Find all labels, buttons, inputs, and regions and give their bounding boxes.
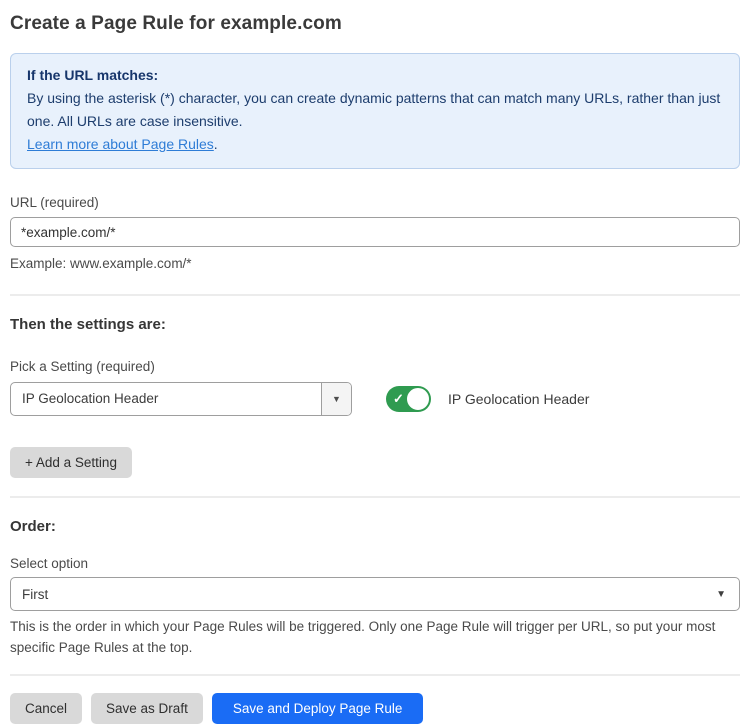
toggle-knob [406, 387, 430, 411]
order-select-value: First [11, 587, 716, 602]
info-box-heading: If the URL matches: [27, 64, 723, 87]
order-select[interactable]: First ▼ [10, 577, 740, 611]
url-input[interactable] [10, 217, 740, 247]
info-box-link-line: Learn more about Page Rules. [27, 133, 723, 156]
save-draft-button[interactable]: Save as Draft [91, 693, 203, 724]
chevron-down-icon: ▼ [332, 394, 341, 404]
setting-row: IP Geolocation Header ▼ ✓ IP Geolocation… [10, 382, 740, 416]
toggle-label: IP Geolocation Header [448, 391, 589, 407]
pick-setting-label: Pick a Setting (required) [10, 359, 740, 374]
setting-select-value: IP Geolocation Header [11, 383, 321, 415]
url-example-helper: Example: www.example.com/* [10, 254, 740, 274]
cancel-button[interactable]: Cancel [10, 693, 82, 724]
setting-select-arrow-button[interactable]: ▼ [321, 383, 351, 415]
divider [10, 496, 740, 498]
form-actions: Cancel Save as Draft Save and Deploy Pag… [10, 693, 740, 724]
info-box-body: By using the asterisk (*) character, you… [27, 87, 723, 133]
divider [10, 674, 740, 676]
save-deploy-button[interactable]: Save and Deploy Page Rule [212, 693, 424, 724]
chevron-down-icon: ▼ [716, 589, 739, 600]
order-select-label: Select option [10, 556, 740, 571]
divider [10, 294, 740, 296]
order-section-heading: Order: [10, 518, 740, 535]
setting-select[interactable]: IP Geolocation Header ▼ [10, 382, 352, 416]
page-title: Create a Page Rule for example.com [10, 13, 740, 35]
url-field-label: URL (required) [10, 195, 740, 210]
settings-section-heading: Then the settings are: [10, 316, 740, 333]
link-suffix: . [214, 136, 218, 152]
ip-geolocation-toggle[interactable]: ✓ [386, 386, 431, 412]
url-match-info-box: If the URL matches: By using the asteris… [10, 53, 740, 169]
page-rules-learn-more-link[interactable]: Learn more about Page Rules [27, 136, 214, 152]
order-helper-text: This is the order in which your Page Rul… [10, 616, 725, 658]
check-icon: ✓ [393, 392, 404, 405]
add-setting-button[interactable]: + Add a Setting [10, 447, 132, 478]
